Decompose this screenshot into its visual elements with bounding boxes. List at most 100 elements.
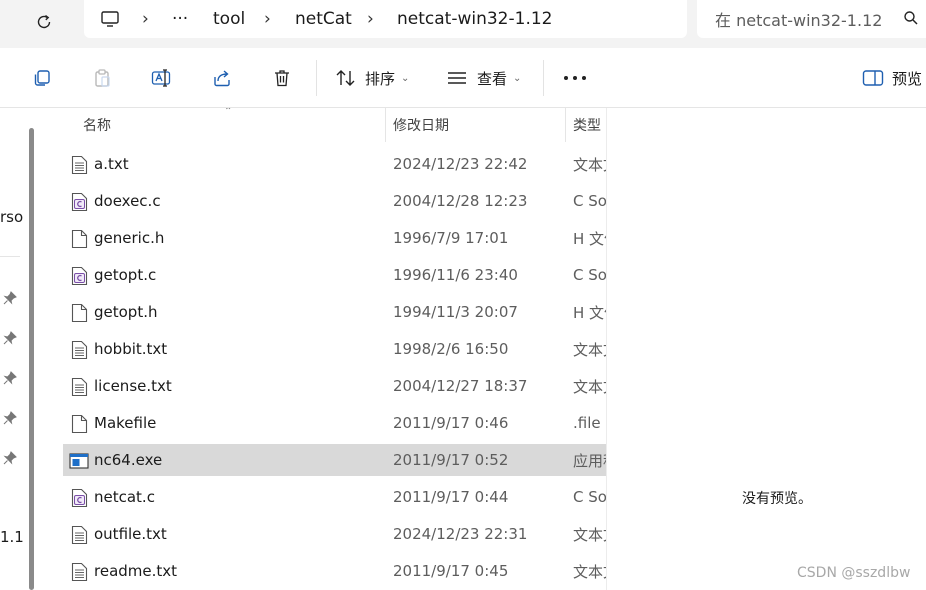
file-name: Makefile	[94, 414, 157, 432]
preview-pane-icon[interactable]	[859, 64, 887, 92]
text-file-icon	[71, 525, 88, 545]
file-name: getopt.c	[94, 266, 157, 284]
toolbar-divider	[316, 60, 317, 96]
file-type: 文本文档	[573, 340, 606, 359]
file-type: 文本文档	[573, 377, 606, 396]
sort-ascending-icon: ⌃	[224, 108, 233, 117]
nav-scrollbar[interactable]	[29, 128, 34, 590]
file-name: nc64.exe	[94, 451, 163, 469]
file-date-modified: 2011/9/17 0:46	[393, 414, 509, 432]
file-date-modified: 2011/9/17 0:44	[393, 488, 509, 506]
column-header-type[interactable]: 类型	[573, 108, 601, 142]
file-row[interactable]: getopt.h 1994/11/3 20:07 H 文件	[63, 296, 606, 328]
file-type: 文本文档	[573, 525, 606, 544]
file-date-modified: 2024/12/23 22:42	[393, 155, 528, 173]
c-source-file-icon	[71, 488, 88, 508]
file-row[interactable]: generic.h 1996/7/9 17:01 H 文件	[63, 222, 606, 254]
file-date-modified: 1994/11/3 20:07	[393, 303, 518, 321]
file-row[interactable]: hobbit.txt 1998/2/6 16:50 文本文档	[63, 333, 606, 365]
column-header-name[interactable]: 名称	[83, 108, 111, 142]
chevron-right-icon[interactable]: ›	[142, 0, 149, 38]
file-name: getopt.h	[94, 303, 158, 321]
column-divider[interactable]	[565, 108, 566, 142]
file-name: outfile.txt	[94, 525, 167, 543]
file-type: H 文件	[573, 229, 606, 248]
pin-icon[interactable]	[3, 330, 17, 345]
file-name: readme.txt	[94, 562, 178, 580]
file-type: C Source	[573, 192, 606, 210]
file-date-modified: 2011/9/17 0:45	[393, 562, 509, 580]
delete-icon[interactable]	[268, 64, 296, 92]
pin-icon[interactable]	[3, 370, 17, 385]
sort-label: 排序	[365, 69, 396, 88]
text-file-icon	[71, 155, 88, 175]
more-locations-icon[interactable]: ···	[172, 0, 188, 38]
column-divider[interactable]	[385, 108, 386, 142]
search-placeholder: 在 netcat-win32-1.12	[715, 11, 883, 30]
file-type: 文本文档	[573, 562, 606, 581]
nav-divider	[0, 256, 20, 257]
command-bar: 排序 ⌄ 查看 ⌄ 预览	[0, 48, 926, 108]
file-row[interactable]: netcat.c 2011/9/17 0:44 C Source	[63, 481, 606, 513]
blank-file-icon	[71, 414, 88, 434]
share-icon[interactable]	[208, 64, 236, 92]
file-row[interactable]: a.txt 2024/12/23 22:42 文本文档	[63, 148, 606, 180]
view-button[interactable]: 查看 ⌄	[477, 64, 521, 92]
breadcrumb-item-current-folder[interactable]: netcat-win32-1.12	[397, 0, 552, 38]
file-date-modified: 2011/9/17 0:52	[393, 451, 509, 469]
view-icon[interactable]	[443, 64, 471, 92]
this-pc-icon[interactable]	[100, 0, 120, 38]
file-name: netcat.c	[94, 488, 155, 506]
breadcrumb[interactable]: › ··· tool › netCat › netcat-win32-1.12	[84, 0, 687, 38]
file-date-modified: 1996/7/9 17:01	[393, 229, 509, 247]
nav-item-partial[interactable]: 1.1	[0, 528, 24, 546]
c-source-file-icon	[71, 192, 88, 212]
file-list: ⌃ 名称 修改日期 类型 a.txt 2024/12/23 22:42 文本文档 do…	[38, 108, 606, 590]
pin-icon[interactable]	[3, 410, 17, 425]
preview-pane: 没有预览。 CSDN @sszdlbw	[606, 108, 926, 590]
file-date-modified: 2024/12/23 22:31	[393, 525, 528, 543]
file-type: 文本文档	[573, 155, 606, 174]
breadcrumb-item-netcat[interactable]: netCat	[295, 0, 352, 38]
no-preview-message: 没有预览。	[742, 491, 812, 507]
pin-icon[interactable]	[3, 450, 17, 465]
c-source-file-icon	[71, 266, 88, 286]
file-type: H 文件	[573, 303, 606, 322]
view-label: 查看	[477, 69, 508, 88]
file-name: doexec.c	[94, 192, 161, 210]
paste-icon[interactable]	[88, 64, 116, 92]
copy-icon[interactable]	[28, 64, 56, 92]
column-header-date-modified[interactable]: 修改日期	[393, 108, 449, 142]
file-date-modified: 2004/12/28 12:23	[393, 192, 528, 210]
breadcrumb-item-tool[interactable]: tool	[213, 0, 245, 38]
file-row[interactable]: getopt.c 1996/11/6 23:40 C Source	[63, 259, 606, 291]
pin-icon[interactable]	[3, 290, 17, 305]
rename-icon[interactable]	[148, 64, 176, 92]
more-options-icon[interactable]	[561, 64, 589, 92]
file-name: license.txt	[94, 377, 172, 395]
toolbar-divider	[543, 60, 544, 96]
search-icon[interactable]	[903, 10, 919, 30]
text-file-icon	[71, 340, 88, 360]
search-input[interactable]: 在 netcat-win32-1.12	[697, 0, 926, 38]
file-row[interactable]: outfile.txt 2024/12/23 22:31 文本文档	[63, 518, 606, 550]
file-date-modified: 1998/2/6 16:50	[393, 340, 509, 358]
file-row[interactable]: license.txt 2004/12/27 18:37 文本文档	[63, 370, 606, 402]
file-row[interactable]: nc64.exe 2011/9/17 0:52 应用程序	[63, 444, 606, 476]
refresh-icon[interactable]	[30, 8, 58, 36]
file-row[interactable]: readme.txt 2011/9/17 0:45 文本文档	[63, 555, 606, 587]
nav-item-partial[interactable]: rso	[0, 208, 23, 226]
watermark: CSDN @sszdlbw	[797, 565, 911, 581]
chevron-right-icon[interactable]: ›	[367, 0, 374, 38]
navigation-pane: rso 1.1	[0, 108, 38, 590]
chevron-down-icon: ⌄	[401, 72, 410, 84]
sort-button[interactable]: 排序 ⌄	[365, 64, 409, 92]
file-row[interactable]: doexec.c 2004/12/28 12:23 C Source	[63, 185, 606, 217]
file-name: a.txt	[94, 155, 129, 173]
sort-icon[interactable]	[332, 64, 360, 92]
preview-button[interactable]: 预览	[892, 64, 922, 92]
file-type: C Source	[573, 266, 606, 284]
chevron-right-icon[interactable]: ›	[264, 0, 271, 38]
file-row[interactable]: Makefile 2011/9/17 0:46 .file	[63, 407, 606, 439]
file-name: generic.h	[94, 229, 165, 247]
